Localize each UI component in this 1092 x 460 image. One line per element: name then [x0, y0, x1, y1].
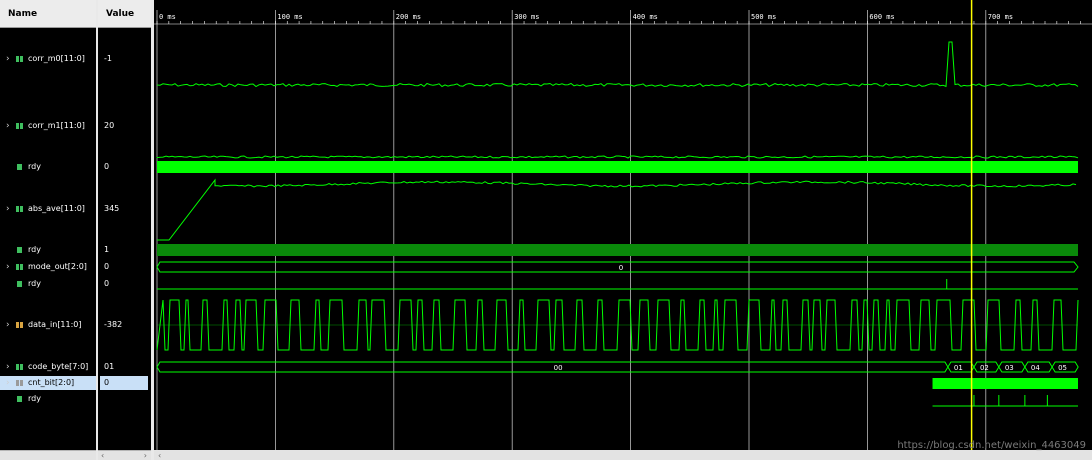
code-byte-value-label: 00 — [554, 364, 563, 372]
signal-value: 0 — [104, 162, 110, 171]
signal-value: -1 — [104, 54, 112, 63]
expand-chevron-icon[interactable]: › — [6, 52, 10, 66]
name-scrollbar[interactable] — [0, 450, 96, 460]
waveform-canvas[interactable]: 0 ms 100 ms 200 ms 300 ms 400 ms 500 ms 600 ms… — [154, 0, 1092, 460]
signal-name-label: abs_ave[11:0] — [28, 204, 85, 213]
signal-value: 0 — [104, 262, 110, 271]
bus-signal-icon — [16, 56, 23, 62]
time-tick-label: 500 ms — [751, 13, 776, 21]
cnt-bit-band — [932, 378, 1078, 389]
bus-signal-icon — [16, 322, 23, 328]
time-tick-label: 100 ms — [277, 13, 302, 21]
expand-chevron-icon[interactable]: › — [6, 376, 10, 390]
signal-row-corr-m1[interactable]: › corr_m1[11:0] — [0, 119, 96, 133]
signal-name-label: data_in[11:0] — [28, 320, 82, 329]
time-tick-label: 700 ms — [988, 13, 1013, 21]
expand-chevron-icon[interactable]: › — [6, 360, 10, 374]
signal-row-abs-ave[interactable]: › abs_ave[11:0] — [0, 202, 96, 216]
signal-name-label: rdy — [28, 162, 41, 171]
code-byte-segment-label: 05 — [1058, 364, 1067, 372]
signal-value: 345 — [104, 204, 120, 213]
value-panel: Value ‹ › — [98, 0, 152, 460]
scroll-left-icon[interactable]: ‹ — [101, 451, 104, 460]
expand-chevron-icon[interactable]: › — [6, 202, 10, 216]
bit-signal-icon — [17, 281, 22, 287]
scroll-left-icon[interactable]: ‹ — [158, 451, 161, 460]
value-scrollbar[interactable]: ‹ › — [98, 450, 151, 460]
signal-row-rdy[interactable]: rdy — [0, 243, 96, 257]
bit-signal-icon — [17, 164, 22, 170]
scroll-right-icon[interactable]: › — [144, 451, 147, 460]
signal-name-label: corr_m0[11:0] — [28, 54, 85, 63]
bus-signal-icon — [16, 123, 23, 129]
bus-signal-icon — [16, 206, 23, 212]
time-tick-label: 300 ms — [514, 13, 539, 21]
time-tick-label: 200 ms — [396, 13, 421, 21]
rdy-dense-band — [157, 161, 1078, 173]
signal-name-label: code_byte[7:0] — [28, 362, 89, 371]
rdy-high-band — [157, 244, 1078, 256]
expand-chevron-icon[interactable]: › — [6, 318, 10, 332]
code-byte-segment-label: 03 — [1005, 364, 1014, 372]
signal-row-cnt-bit[interactable]: › cnt_bit[2:0] — [0, 376, 96, 390]
name-column-header[interactable]: Name — [0, 0, 96, 28]
value-column-header[interactable]: Value — [98, 0, 151, 28]
signal-name-label: corr_m1[11:0] — [28, 121, 85, 130]
signal-row-corr-m0[interactable]: › corr_m0[11:0] — [0, 52, 96, 66]
time-tick-label: 400 ms — [633, 13, 658, 21]
bit-signal-icon — [17, 396, 22, 402]
bus-signal-icon — [16, 380, 23, 386]
signal-value: -382 — [104, 320, 123, 329]
expand-chevron-icon[interactable]: › — [6, 119, 10, 133]
signal-row-mode-out[interactable]: › mode_out[2:0] — [0, 260, 96, 274]
signal-value: 1 — [104, 245, 110, 254]
time-tick-label: 600 ms — [869, 13, 894, 21]
code-byte-segment-label: 01 — [954, 364, 963, 372]
signal-name-label: rdy — [28, 245, 41, 254]
bit-signal-icon — [17, 247, 22, 253]
signal-name-label: cnt_bit[2:0] — [28, 378, 75, 387]
signal-value: 01 — [104, 362, 115, 371]
signal-row-code-byte[interactable]: › code_byte[7:0] — [0, 360, 96, 374]
expand-chevron-icon[interactable]: › — [6, 260, 10, 274]
signal-row-rdy[interactable]: rdy — [0, 277, 96, 291]
waveform-scrollbar[interactable] — [154, 450, 1092, 460]
signal-name-label: mode_out[2:0] — [28, 262, 87, 271]
signal-value: 20 — [104, 121, 115, 130]
signal-row-rdy[interactable]: rdy — [0, 160, 96, 174]
signal-value: 0 — [100, 376, 148, 390]
signal-value — [100, 392, 148, 406]
time-tick-label: 0 ms — [159, 13, 176, 21]
code-byte-segment-label: 02 — [980, 364, 989, 372]
bus-signal-icon — [16, 364, 23, 370]
signal-value: 0 — [104, 279, 110, 288]
signal-name-label: rdy — [28, 279, 41, 288]
bus-signal-icon — [16, 264, 23, 270]
code-byte-segment-label: 04 — [1031, 364, 1040, 372]
name-panel: Name › corr_m0[11:0] › corr_m1[11:0]rdy › abs… — [0, 0, 97, 460]
signal-row-data-in[interactable]: › data_in[11:0] — [0, 318, 96, 332]
signal-row-rdy[interactable]: rdy — [0, 392, 96, 406]
watermark-text: https://blog.csdn.net/weixin_4463049 — [897, 440, 1086, 451]
mode-out-value-label: 0 — [619, 264, 623, 272]
signal-name-label: rdy — [28, 394, 41, 403]
